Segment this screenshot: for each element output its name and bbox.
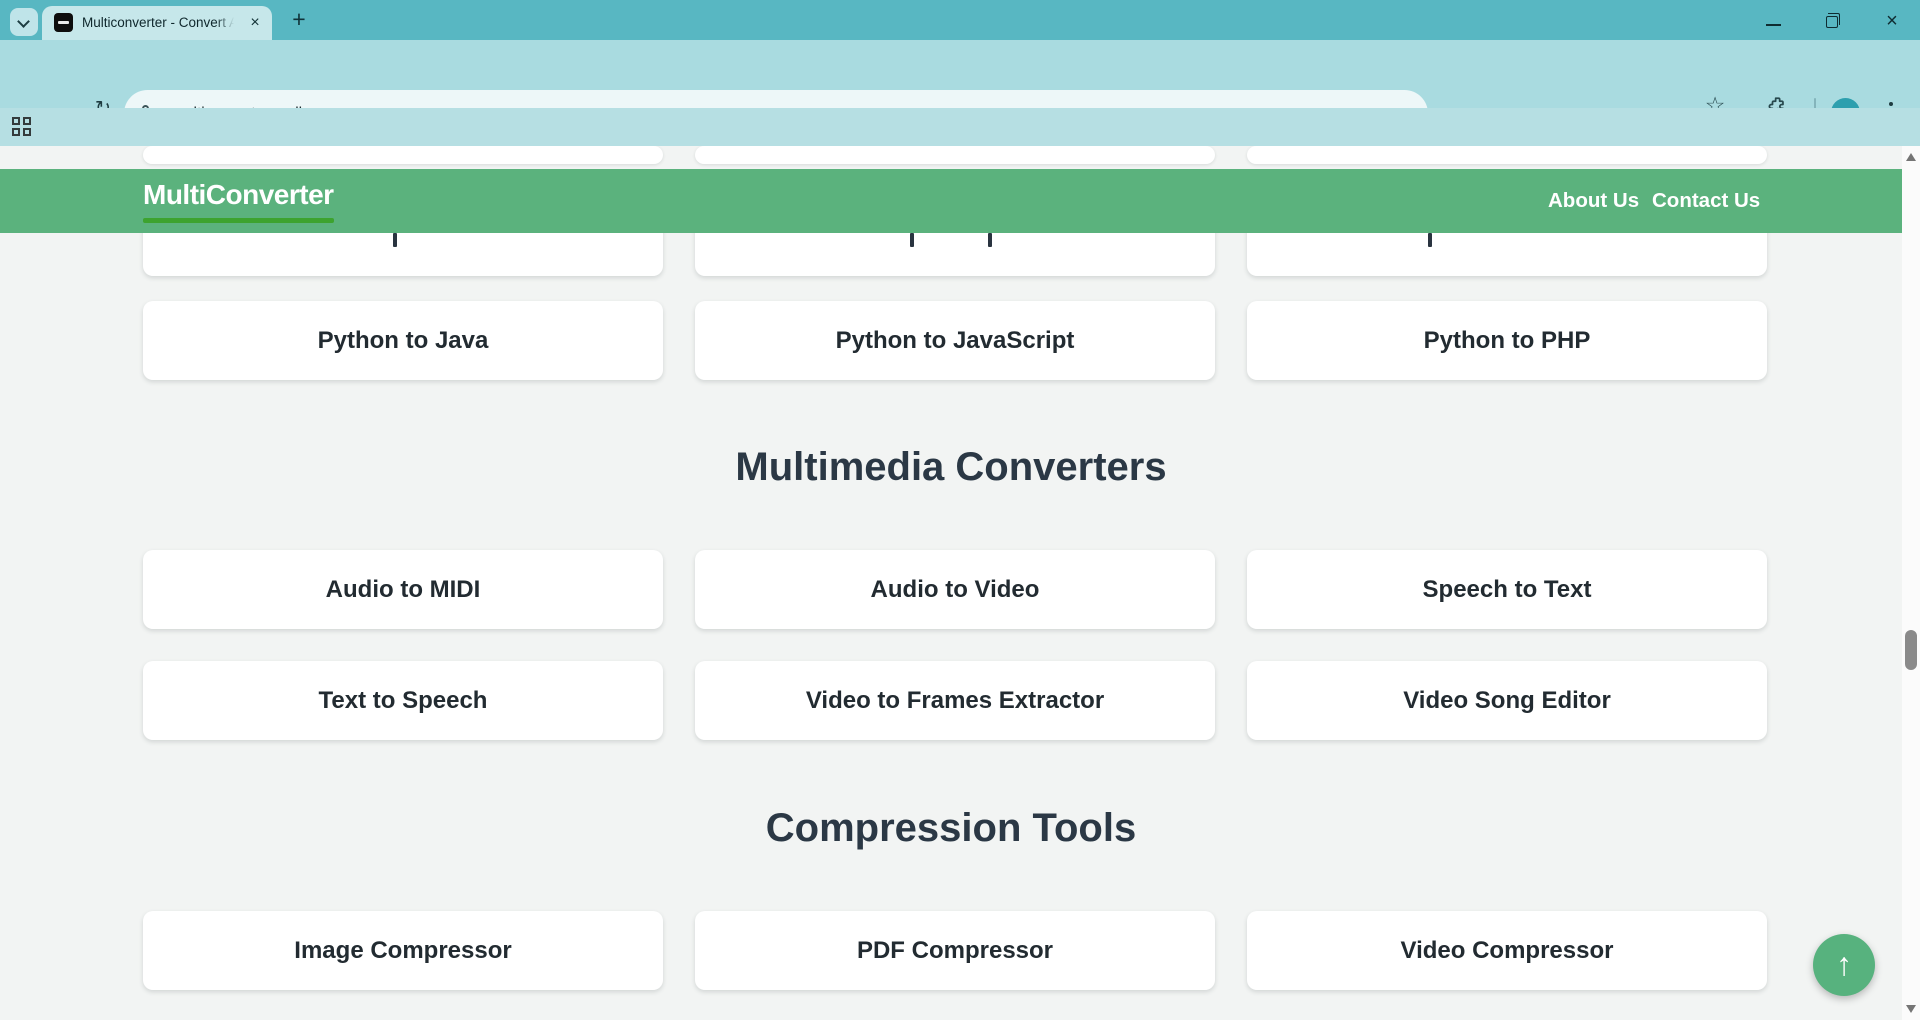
converter-card-label: Python to PHP <box>1424 327 1591 355</box>
clipped-label-fragment <box>1428 233 1432 247</box>
window-minimize-button[interactable] <box>1766 24 1781 26</box>
converter-card[interactable]: Audio to MIDI <box>143 550 663 629</box>
bookmarks-bar <box>0 108 1920 146</box>
browser-toolbar: ← → ↻ multiconverter.prolbox.com ☆ A <box>0 40 1920 108</box>
converter-card[interactable]: Python to JavaScript <box>695 301 1215 380</box>
nav-link-contact[interactable]: Contact Us <box>1652 186 1760 216</box>
page-scrollbar[interactable] <box>1902 146 1920 1020</box>
scroll-up-arrow-icon[interactable] <box>1906 153 1916 161</box>
converter-card-label: Video Compressor <box>1401 937 1614 965</box>
converter-card-label: Video to Frames Extractor <box>806 687 1104 715</box>
clipped-label-fragment <box>910 233 914 247</box>
converter-card[interactable]: Speech to Text <box>1247 550 1767 629</box>
converter-card[interactable]: Video Song Editor <box>1247 661 1767 740</box>
converter-card[interactable]: Python to Java <box>143 301 663 380</box>
section-heading-multimedia: Multimedia Converters <box>0 445 1902 490</box>
converter-card[interactable]: Image Compressor <box>143 911 663 990</box>
card-row-multimedia-1: Audio to MIDI Audio to Video Speech to Tex… <box>143 550 1767 629</box>
site-header: MultiConverter About Us Contact Us <box>0 169 1902 233</box>
back-to-top-button[interactable]: ↑ <box>1813 934 1875 996</box>
card-row-compression: Image Compressor PDF Compressor Video Comp… <box>143 911 1767 990</box>
converter-card[interactable]: Video Compressor <box>1247 911 1767 990</box>
clipped-label-fragment <box>393 233 397 247</box>
site-logo[interactable]: MultiConverter <box>143 179 334 223</box>
converter-card[interactable]: PDF Compressor <box>695 911 1215 990</box>
browser-tab-bar: Multiconverter - Convert Anythi × + × <box>0 0 1920 40</box>
converter-card-label: Audio to Video <box>871 576 1040 604</box>
apps-grid-icon[interactable] <box>12 117 32 137</box>
converter-card[interactable]: Audio to Video <box>695 550 1215 629</box>
converter-card-label: Python to JavaScript <box>836 327 1075 355</box>
card-row-multimedia-2: Text to Speech Video to Frames Extractor V… <box>143 661 1767 740</box>
logo-underline <box>143 218 334 223</box>
converter-card[interactable] <box>695 146 1215 164</box>
converter-card[interactable]: Python to PHP <box>1247 301 1767 380</box>
card-row-clipped-top <box>143 146 1767 164</box>
converter-card[interactable]: Text to Speech <box>143 661 663 740</box>
converter-card-label: Speech to Text <box>1423 576 1592 604</box>
chevron-down-icon <box>17 15 30 28</box>
site-favicon <box>54 13 73 32</box>
converter-card-label: Python to Java <box>318 327 489 355</box>
nav-link-about[interactable]: About Us <box>1548 186 1639 216</box>
converter-card-label: Video Song Editor <box>1403 687 1611 715</box>
scroll-down-arrow-icon[interactable] <box>1906 1005 1916 1013</box>
tab-title-fade <box>216 15 242 33</box>
scrollbar-thumb[interactable] <box>1905 630 1917 670</box>
tab-close-icon[interactable]: × <box>246 14 264 32</box>
converter-card-label: Image Compressor <box>294 937 511 965</box>
converter-card[interactable] <box>1247 146 1767 164</box>
tab-search-button[interactable] <box>10 8 38 36</box>
site-logo-text: MultiConverter <box>143 179 334 211</box>
converter-card-label: PDF Compressor <box>857 937 1053 965</box>
window-close-button[interactable]: × <box>1882 11 1902 31</box>
card-row-code-converters: Python to Java Python to JavaScript Python… <box>143 301 1767 380</box>
section-heading-compression: Compression Tools <box>0 806 1902 851</box>
converter-card[interactable]: Video to Frames Extractor <box>695 661 1215 740</box>
converter-card-label: Text to Speech <box>319 687 488 715</box>
browser-tab[interactable]: Multiconverter - Convert Anythi × <box>42 6 272 40</box>
page-viewport: MultiConverter About Us Contact Us Pytho… <box>0 146 1920 1020</box>
converter-card-label: Audio to MIDI <box>326 576 481 604</box>
new-tab-button[interactable]: + <box>286 7 312 33</box>
converter-card[interactable] <box>143 146 663 164</box>
clipped-label-fragment <box>988 233 992 247</box>
window-restore-button[interactable] <box>1826 16 1838 28</box>
